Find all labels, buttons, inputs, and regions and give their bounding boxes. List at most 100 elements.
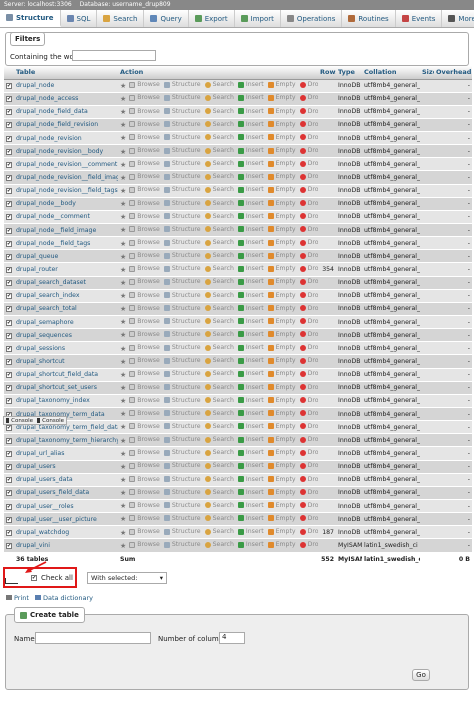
table-name-link[interactable]: drupal_search_total [14,302,118,317]
row-select[interactable]: ✔ [4,315,14,330]
drop-action[interactable]: Drop [299,160,318,167]
insert-action[interactable]: Insert [237,528,264,535]
browse-action[interactable]: Browse [129,134,160,141]
structure-action[interactable]: Structure [163,436,201,443]
browse-action[interactable]: Browse [129,318,160,325]
search-action[interactable]: Search [204,384,234,391]
tab-events[interactable]: Events [396,10,443,27]
favorite-star-icon[interactable]: ★ [120,108,126,116]
search-action[interactable]: Search [204,528,234,535]
table-name-link[interactable]: drupal_node_revision__body [14,144,118,159]
row-checkbox[interactable]: ✔ [6,464,12,471]
favorite-star-icon[interactable]: ★ [120,95,126,103]
empty-action[interactable]: Empty [267,344,296,351]
structure-action[interactable]: Structure [163,384,201,391]
empty-action[interactable]: Empty [267,502,296,509]
empty-action[interactable]: Empty [267,265,296,272]
row-size[interactable] [420,486,434,501]
table-name-link[interactable]: drupal_users [14,460,118,474]
browse-action[interactable]: Browse [129,331,160,338]
overhead-header[interactable]: Overhead [434,66,472,80]
insert-action[interactable]: Insert [237,278,264,285]
browse-action[interactable]: Browse [129,239,160,246]
row-select[interactable]: ✔ [4,486,14,501]
row-select[interactable]: ✔ [4,499,14,514]
row-size[interactable] [420,302,434,317]
row-size[interactable] [420,315,434,330]
row-checkbox[interactable]: ✔ [6,175,12,182]
drop-action[interactable]: Drop [299,173,318,180]
structure-action[interactable]: Structure [163,357,201,364]
table-name-link[interactable]: drupal_queue [14,249,118,264]
search-action[interactable]: Search [204,305,234,312]
structure-action[interactable]: Structure [163,94,201,101]
empty-action[interactable]: Empty [267,239,296,246]
browse-action[interactable]: Browse [129,436,160,443]
browse-action[interactable]: Browse [129,265,160,272]
search-action[interactable]: Search [204,357,234,364]
search-action[interactable]: Search [204,200,234,207]
empty-action[interactable]: Empty [267,81,296,88]
favorite-star-icon[interactable]: ★ [120,384,126,392]
drop-action[interactable]: Drop [299,541,318,548]
browse-action[interactable]: Browse [129,94,160,101]
browse-action[interactable]: Browse [129,278,160,285]
row-size[interactable] [420,170,434,185]
empty-action[interactable]: Empty [267,449,296,456]
row-size[interactable] [420,79,434,93]
insert-action[interactable]: Insert [237,239,264,246]
browse-action[interactable]: Browse [129,489,160,496]
empty-action[interactable]: Empty [267,489,296,496]
drop-action[interactable]: Drop [299,397,318,404]
empty-action[interactable]: Empty [267,370,296,377]
insert-action[interactable]: Insert [237,305,264,312]
search-action[interactable]: Search [204,252,234,259]
structure-action[interactable]: Structure [163,186,201,193]
table-name-link[interactable]: drupal_users_field_data [14,486,118,501]
row-checkbox[interactable]: ✔ [6,161,12,168]
drop-action[interactable]: Drop [299,357,318,364]
search-action[interactable]: Search [204,462,234,469]
insert-action[interactable]: Insert [237,476,264,483]
insert-action[interactable]: Insert [237,94,264,101]
structure-action[interactable]: Structure [163,147,201,154]
drop-action[interactable]: Drop [299,344,318,351]
structure-action[interactable]: Structure [163,213,201,220]
table-name-link[interactable]: drupal_sequences [14,328,118,343]
row-select[interactable]: ✔ [4,197,14,211]
favorite-star-icon[interactable]: ★ [120,463,126,471]
collation-header[interactable]: Collation [362,66,420,80]
insert-action[interactable]: Insert [237,489,264,496]
drop-action[interactable]: Drop [299,331,318,338]
empty-action[interactable]: Empty [267,213,296,220]
structure-action[interactable]: Structure [163,449,201,456]
table-name-link[interactable]: drupal_router [14,262,118,277]
breadcrumb-server[interactable]: Server: localhost:3306 [4,1,72,8]
insert-action[interactable]: Insert [237,292,264,299]
insert-action[interactable]: Insert [237,200,264,207]
browse-action[interactable]: Browse [129,213,160,220]
empty-action[interactable]: Empty [267,331,296,338]
row-size[interactable] [420,446,434,461]
favorite-star-icon[interactable]: ★ [120,397,126,405]
row-select[interactable]: ✔ [4,276,14,290]
empty-action[interactable]: Empty [267,397,296,404]
table-name-link[interactable]: drupal_node__body [14,197,118,211]
row-select[interactable]: ✔ [4,144,14,159]
empty-action[interactable]: Empty [267,357,296,364]
search-action[interactable]: Search [204,108,234,115]
drop-action[interactable]: Drop [299,423,318,430]
row-size[interactable] [420,92,434,106]
row-select[interactable]: ✔ [4,328,14,343]
row-checkbox[interactable]: ✔ [6,214,12,221]
search-action[interactable]: Search [204,423,234,430]
row-checkbox[interactable]: ✔ [6,490,12,497]
table-name-link[interactable]: drupal_search_index [14,289,118,303]
row-checkbox[interactable]: ✔ [6,293,12,300]
structure-action[interactable]: Structure [163,226,201,233]
favorite-star-icon[interactable]: ★ [120,253,126,261]
favorite-star-icon[interactable]: ★ [120,266,126,274]
row-checkbox[interactable]: ✔ [6,280,12,287]
row-select[interactable]: ✔ [4,236,14,251]
insert-action[interactable]: Insert [237,318,264,325]
